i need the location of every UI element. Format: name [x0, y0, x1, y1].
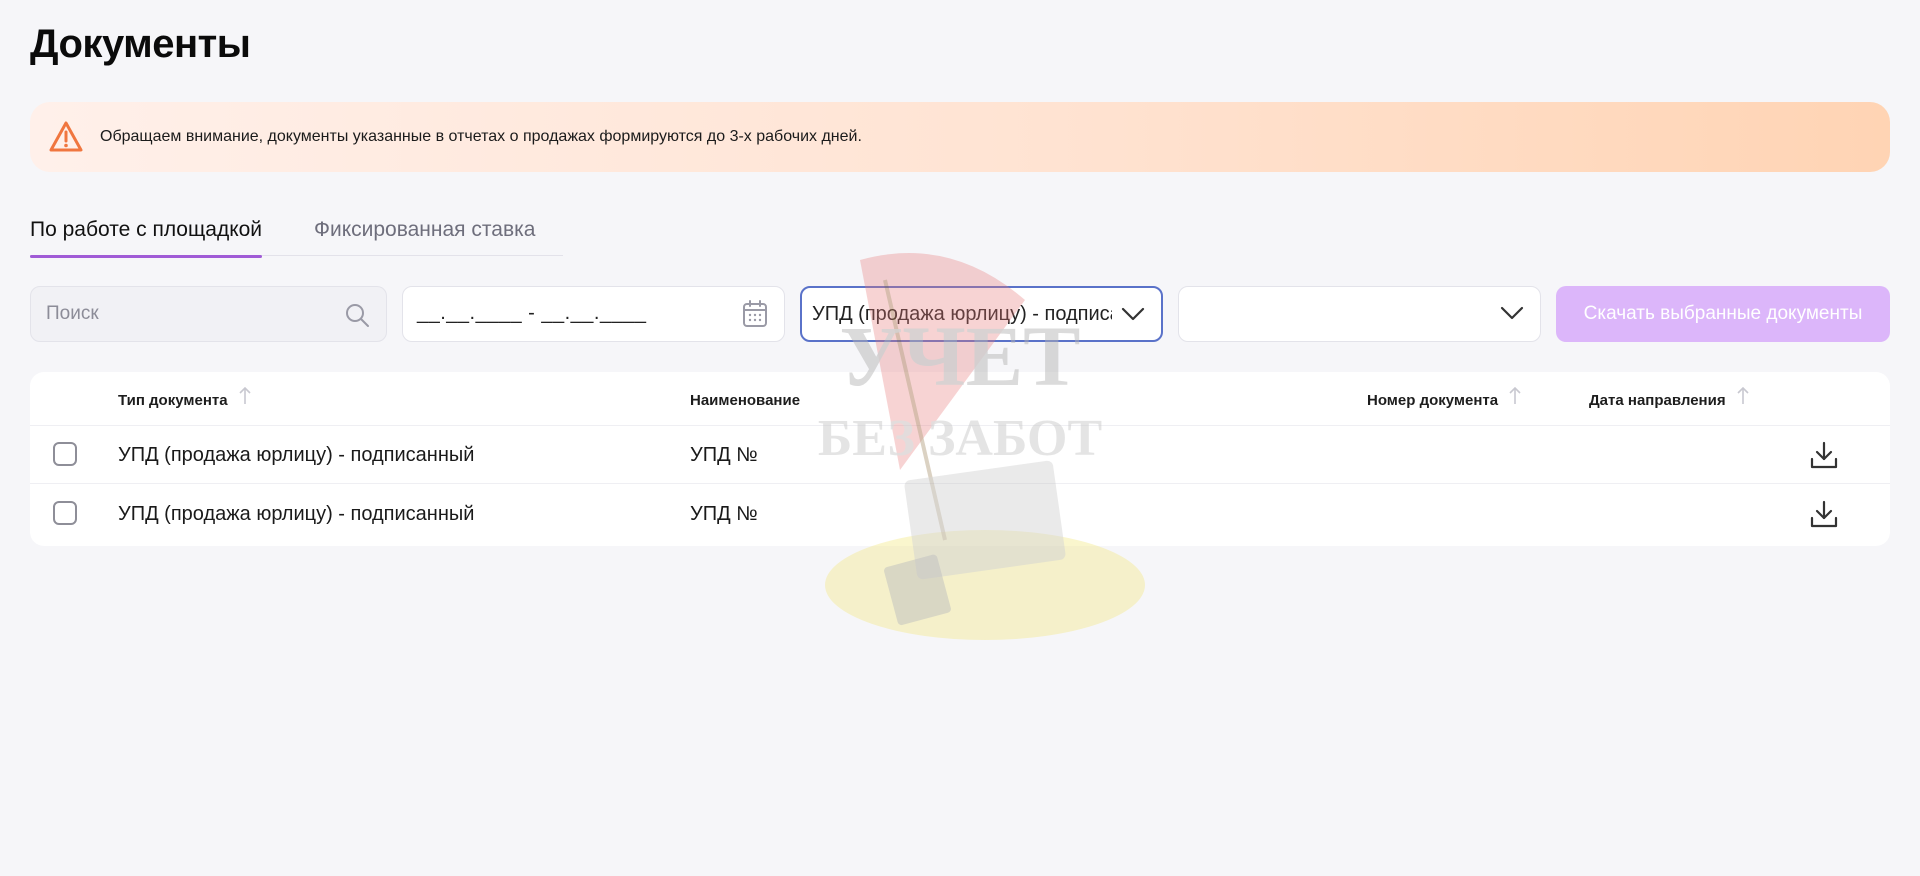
sort-arrow-icon[interactable] [1736, 386, 1750, 406]
documents-table: Тип документа Наименование Номер докумен… [30, 372, 1890, 546]
calendar-icon[interactable] [742, 300, 768, 328]
download-selected-button[interactable]: Скачать выбранные документы [1556, 286, 1890, 342]
chevron-down-icon[interactable] [1121, 304, 1145, 324]
download-icon[interactable] [1809, 440, 1839, 470]
documents-page: Документы Обращаем внимание, документы у… [0, 0, 1920, 876]
chevron-down-icon[interactable] [1500, 303, 1524, 323]
warning-icon [48, 119, 84, 155]
search-input[interactable] [46, 287, 336, 341]
tabs: По работе с площадкой Фиксированная став… [30, 212, 563, 258]
column-header-label: Наименование [690, 392, 801, 409]
document-type-select[interactable]: УПД (продажа юрлицу) - подписанный [800, 286, 1163, 342]
row-checkbox[interactable] [53, 442, 77, 466]
notice-text: Обращаем внимание, документы указанные в… [100, 128, 862, 145]
cell-document-name: УПД № [690, 444, 758, 466]
page-title: Документы [30, 22, 251, 66]
cell-document-type: УПД (продажа юрлицу) - подписанный [118, 444, 475, 466]
column-header-type[interactable]: Тип документа [118, 386, 252, 409]
row-checkbox[interactable] [53, 501, 77, 525]
column-header-label: Тип документа [118, 392, 228, 409]
table-row: УПД (продажа юрлицу) - подписанный УПД № [30, 426, 1890, 484]
column-header-label: Дата направления [1589, 392, 1726, 409]
tab-platform-work[interactable]: По работе с площадкой [30, 218, 263, 258]
tab-fixed-rate[interactable]: Фиксированная ставка [314, 218, 535, 242]
secondary-select[interactable] [1178, 286, 1541, 342]
document-type-value: УПД (продажа юрлицу) - подписанный [812, 303, 1112, 325]
column-header-label: Номер документа [1367, 392, 1499, 409]
search-icon[interactable] [344, 302, 370, 328]
date-range-input[interactable]: __.__.____ - __.__.____ [417, 302, 646, 325]
cell-document-name: УПД № [690, 503, 758, 525]
column-header-number[interactable]: Номер документа [1367, 386, 1522, 409]
notice-banner: Обращаем внимание, документы указанные в… [30, 102, 1890, 172]
table-row: УПД (продажа юрлицу) - подписанный УПД № [30, 485, 1890, 543]
sort-arrow-icon[interactable] [1508, 386, 1522, 406]
sort-arrow-icon[interactable] [238, 386, 252, 406]
cell-document-type: УПД (продажа юрлицу) - подписанный [118, 503, 475, 525]
column-header-name: Наименование [690, 392, 800, 409]
date-range-field[interactable]: __.__.____ - __.__.____ [402, 286, 785, 342]
search-field [30, 286, 387, 342]
column-header-date[interactable]: Дата направления [1589, 386, 1750, 409]
download-icon[interactable] [1809, 499, 1839, 529]
